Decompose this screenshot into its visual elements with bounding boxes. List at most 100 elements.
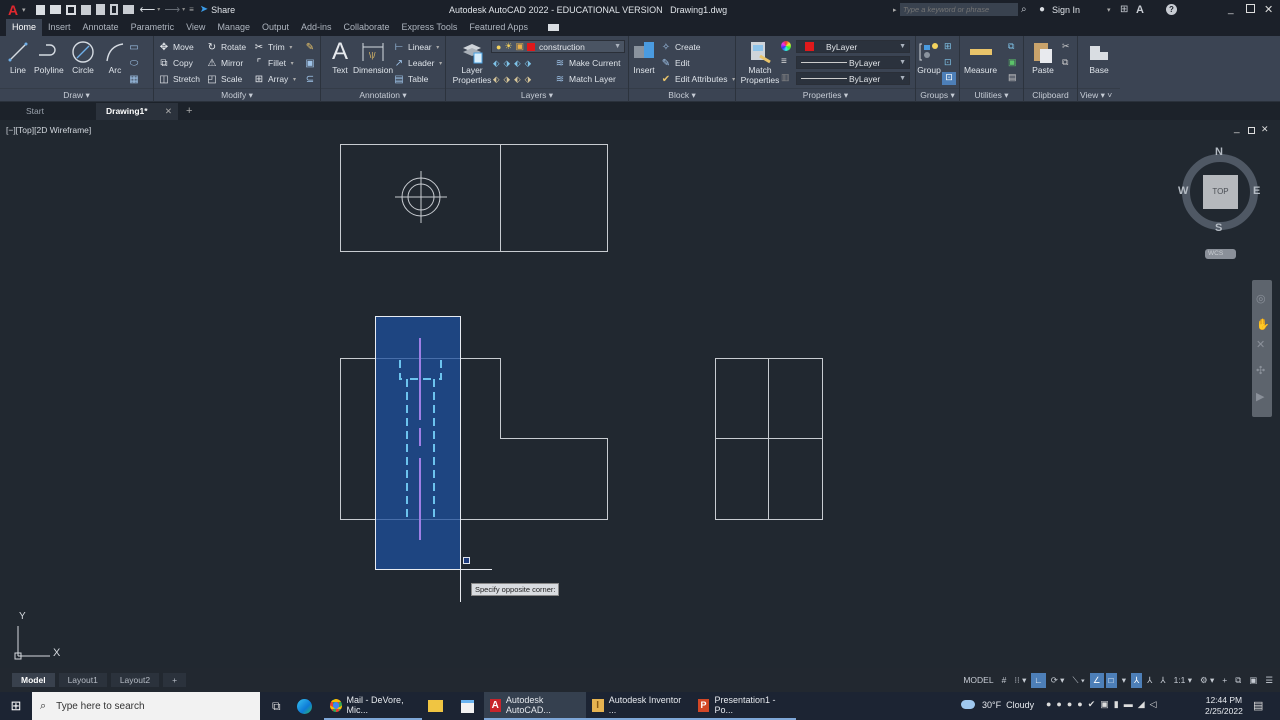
- groups-panel-title[interactable]: Groups ▾: [916, 88, 959, 100]
- undo-icon[interactable]: ⟵: [140, 3, 156, 16]
- dimension-button[interactable]: \|/Dimension: [353, 39, 393, 75]
- ortho-toggle[interactable]: ∟: [1031, 673, 1046, 688]
- snap-toggle[interactable]: ⁝⁝ ▾: [1011, 673, 1029, 688]
- edit-block-button[interactable]: ✎ Edit: [660, 56, 690, 70]
- compass-s[interactable]: S: [1215, 222, 1222, 234]
- tab-view[interactable]: View: [180, 19, 211, 36]
- redo-icon[interactable]: ⟶: [164, 3, 180, 16]
- cart-icon[interactable]: ⊞: [1120, 4, 1128, 15]
- annotation-scale-icon[interactable]: ⅄: [1157, 673, 1168, 688]
- windows-start-button[interactable]: ⊞: [0, 698, 32, 714]
- tray-icons[interactable]: ●●●●✔▣▮▬◢◁: [1046, 699, 1162, 710]
- app-menu-caret-icon[interactable]: ▾: [22, 6, 26, 14]
- fillet-button[interactable]: ⌜ Fillet ▾: [253, 56, 294, 70]
- auto-scale-toggle[interactable]: ⅄: [1144, 673, 1155, 688]
- rectangle-button[interactable]: ▭: [128, 40, 140, 54]
- move-button[interactable]: ✥ Move: [158, 40, 194, 54]
- tab-express-tools[interactable]: Express Tools: [396, 19, 464, 36]
- tab-layout1[interactable]: Layout1: [58, 673, 107, 687]
- new-tab-button[interactable]: +: [186, 103, 192, 120]
- autocad-a-icon[interactable]: A: [8, 2, 22, 18]
- group-edit-icon[interactable]: ⊡: [944, 57, 952, 68]
- layer-on-icon[interactable]: ●: [496, 42, 501, 52]
- viewcube[interactable]: N S W E TOP: [1178, 146, 1262, 234]
- close-window-button[interactable]: ✕: [1264, 3, 1273, 16]
- share-icon[interactable]: ➤: [200, 4, 208, 15]
- match-properties-button[interactable]: Match Properties: [740, 39, 780, 85]
- tab-parametric[interactable]: Parametric: [125, 19, 181, 36]
- sign-in-button[interactable]: Sign In: [1052, 5, 1080, 15]
- draw-panel-title[interactable]: Draw ▾: [0, 88, 153, 100]
- share-button[interactable]: Share: [211, 5, 235, 15]
- new-icon[interactable]: [35, 4, 45, 15]
- clean-screen-icon[interactable]: ▣: [1246, 673, 1260, 688]
- steering-wheel-icon[interactable]: ◎: [1256, 292, 1266, 305]
- maximize-window-button[interactable]: [1246, 4, 1255, 13]
- layer-properties-button[interactable]: Layer Properties: [452, 39, 492, 85]
- paste-button[interactable]: Paste: [1030, 39, 1056, 75]
- linear-dimension-button[interactable]: ⊢ Linear ▾: [393, 40, 440, 54]
- tab-model[interactable]: Model: [12, 673, 55, 687]
- group-selection-toggle[interactable]: ⊡: [942, 72, 956, 85]
- publish-icon[interactable]: [109, 4, 118, 15]
- base-view-button[interactable]: Base: [1086, 39, 1112, 75]
- autodesk-a360-icon[interactable]: A: [1136, 4, 1144, 16]
- minimize-window-button[interactable]: _: [1228, 4, 1234, 15]
- stretch-button[interactable]: ◫ Stretch: [158, 72, 200, 86]
- erase-button[interactable]: ✎: [304, 40, 316, 54]
- workspace-gear-icon[interactable]: ⚙ ▾: [1197, 673, 1217, 688]
- save-icon[interactable]: [65, 4, 76, 15]
- group-button[interactable]: Group: [916, 39, 942, 75]
- scale-button[interactable]: ◰ Scale: [206, 72, 242, 86]
- tab-home[interactable]: Home: [6, 19, 43, 36]
- pan-icon[interactable]: ✋: [1256, 318, 1270, 331]
- notifications-icon[interactable]: ▤: [1253, 699, 1263, 712]
- mirror-button[interactable]: ⚠ Mirror: [206, 56, 244, 70]
- arc-button[interactable]: Arc: [102, 39, 128, 75]
- table-button[interactable]: ▤ Table: [393, 72, 428, 86]
- leader-button[interactable]: ↗ Leader ▾: [393, 56, 442, 70]
- taskbar-search[interactable]: ⌕ Type here to search: [32, 692, 260, 720]
- help-search-input[interactable]: [900, 3, 1018, 16]
- color-wheel-icon[interactable]: [781, 41, 791, 51]
- microsoft-store-icon[interactable]: [460, 699, 474, 713]
- match-layer-button[interactable]: ≋ Match Layer: [554, 72, 616, 86]
- search-icon[interactable]: ⌕: [1021, 4, 1027, 15]
- tab-output[interactable]: Output: [256, 19, 295, 36]
- layer-tools-row2[interactable]: ⬖⬗⬖⬗: [493, 72, 535, 86]
- tab-insert[interactable]: Insert: [42, 19, 77, 36]
- annotation-visibility-toggle[interactable]: ⅄: [1130, 673, 1143, 688]
- compass-n[interactable]: N: [1215, 146, 1223, 158]
- text-button[interactable]: A Text: [327, 38, 353, 75]
- polar-toggle[interactable]: ⟳ ▾: [1048, 673, 1068, 688]
- sign-in-caret-icon[interactable]: ▾: [1107, 6, 1111, 14]
- calculator-icon[interactable]: ▤: [1008, 72, 1017, 83]
- grid-toggle[interactable]: #: [999, 673, 1010, 688]
- object-snap-tracking-toggle[interactable]: ∠: [1089, 673, 1104, 688]
- tab-layout2[interactable]: Layout2: [110, 673, 160, 687]
- circle-button[interactable]: Circle: [70, 39, 96, 75]
- tab-add-ins[interactable]: Add-ins: [295, 19, 338, 36]
- layers-panel-title[interactable]: Layers ▾: [446, 88, 628, 100]
- redo-caret-icon[interactable]: ▾: [182, 6, 185, 13]
- rotate-button[interactable]: ↻ Rotate: [206, 40, 246, 54]
- trim-button[interactable]: ✂ Trim ▾: [253, 40, 293, 54]
- file-explorer-icon[interactable]: [427, 700, 443, 712]
- clock[interactable]: 12:44 PM 2/25/2022: [1205, 695, 1243, 717]
- line-button[interactable]: Line: [5, 39, 31, 75]
- modify-panel-title[interactable]: Modify ▾: [154, 88, 320, 100]
- make-current-button[interactable]: ≋ Make Current: [554, 56, 621, 70]
- model-space-button[interactable]: MODEL: [960, 673, 996, 688]
- tab-start[interactable]: Start: [16, 103, 96, 120]
- view-panel-title[interactable]: View ▾ ˅: [1078, 88, 1120, 100]
- create-block-button[interactable]: ✧ Create: [660, 40, 701, 54]
- orbit-icon[interactable]: ✣: [1256, 364, 1265, 377]
- block-panel-title[interactable]: Block ▾: [629, 88, 735, 100]
- viewcube-top-face[interactable]: TOP: [1203, 175, 1238, 209]
- layer-dropdown[interactable]: ● ☀ ▣ construction ▼: [491, 40, 625, 53]
- layer-unlock-icon[interactable]: ▣: [516, 41, 525, 52]
- search-expand-icon[interactable]: ▸: [893, 6, 897, 14]
- layer-thaw-icon[interactable]: ☀: [504, 41, 512, 52]
- object-snap-menu[interactable]: ▾: [1119, 673, 1129, 688]
- tab-drawing1[interactable]: Drawing1* ✕: [96, 103, 178, 120]
